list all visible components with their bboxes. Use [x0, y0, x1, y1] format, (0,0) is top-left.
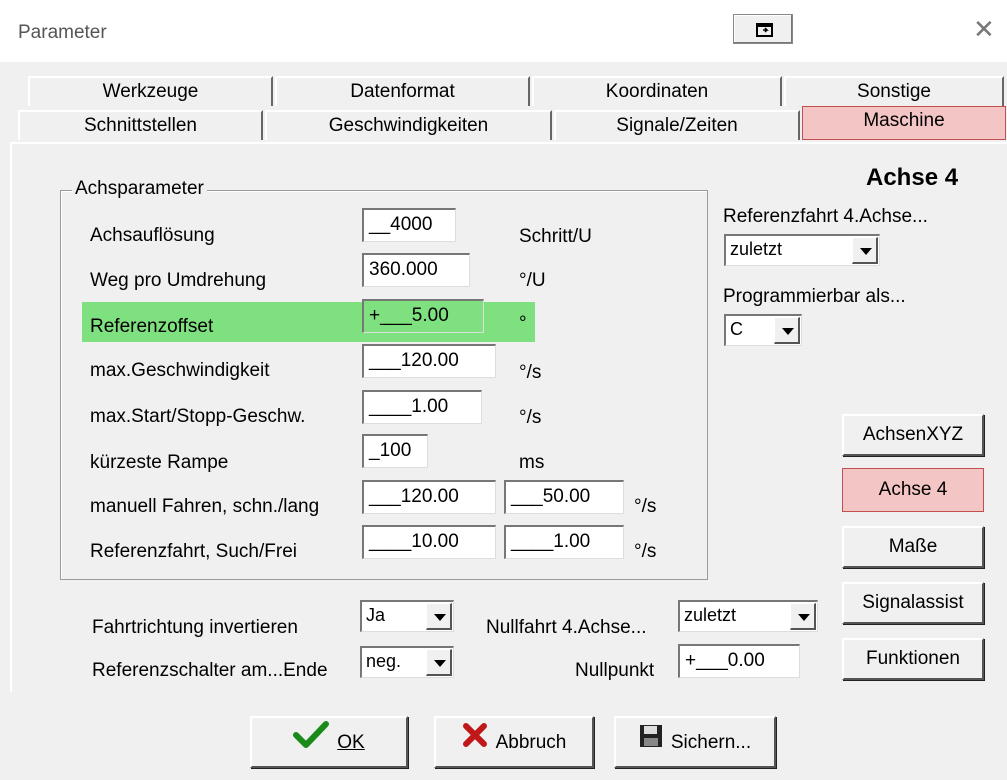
tab-maschine[interactable]: Maschine — [802, 106, 1006, 140]
unit-weg-pro-umdrehung: °/U — [519, 270, 546, 291]
ok-label: OK — [337, 732, 365, 754]
achsparameter-group — [60, 190, 708, 580]
tab-schnittstellen[interactable]: Schnittstellen — [18, 110, 263, 140]
unit-manuell-fahren: °/s — [634, 496, 657, 517]
select-value: zuletzt — [684, 605, 737, 625]
input-nullpunkt[interactable]: +___0.00 — [678, 644, 800, 678]
select-value: neg. — [366, 651, 402, 671]
chevron-down-icon[interactable] — [426, 649, 452, 676]
select-value: C — [730, 319, 743, 339]
close-icon[interactable]: ✕ — [973, 16, 995, 42]
restore-icon — [756, 23, 773, 37]
window-title: Parameter — [18, 22, 107, 43]
select-fahrtrichtung[interactable]: Ja — [360, 600, 454, 632]
achse4-button[interactable]: Achse 4 — [842, 468, 984, 512]
tab-datenformat[interactable]: Datenformat — [275, 76, 530, 106]
input-max-start-stopp[interactable]: ____1.00 — [362, 390, 482, 424]
label-nullpunkt: Nullpunkt — [575, 660, 655, 681]
achsenxyz-button[interactable]: AchsenXYZ — [842, 414, 984, 456]
input-referenzoffset[interactable]: +___5.00 — [362, 299, 484, 333]
unit-achsaufloesung: Schritt/U — [519, 226, 592, 247]
tab-werkzeuge[interactable]: Werkzeuge — [28, 76, 273, 106]
label-max-start-stopp: max.Start/Stopp-Geschw. — [90, 406, 306, 427]
unit-max-geschwindigkeit: °/s — [519, 362, 542, 383]
unit-referenzfahrt: °/s — [634, 541, 657, 562]
select-nullfahrt[interactable]: zuletzt — [678, 600, 818, 632]
select-referenzschalter[interactable]: neg. — [360, 646, 454, 678]
funktionen-button[interactable]: Funktionen — [842, 638, 984, 680]
label-referenzschalter: Referenzschalter am...Ende — [92, 660, 328, 681]
group-title: Achsparameter — [72, 178, 207, 200]
input-kuerzeste-rampe[interactable]: _100 — [362, 434, 428, 468]
axis-heading: Achse 4 — [866, 164, 959, 191]
input-referenzfahrt-frei[interactable]: ____1.00 — [504, 525, 624, 559]
label-weg-pro-umdrehung: Weg pro Umdrehung — [90, 270, 267, 291]
signalassist-button[interactable]: Signalassist — [842, 582, 984, 624]
abbruch-label: Abbruch — [495, 732, 567, 754]
input-manuell-fahren-lang[interactable]: ___50.00 — [504, 480, 624, 514]
input-manuell-fahren-schnell[interactable]: ___120.00 — [362, 480, 496, 514]
tab-sonstige[interactable]: Sonstige — [784, 76, 1004, 106]
label-max-geschwindigkeit: max.Geschwindigkeit — [90, 360, 270, 381]
input-achsaufloesung[interactable]: __4000 — [362, 208, 456, 242]
label-nullfahrt: Nullfahrt 4.Achse... — [486, 617, 647, 638]
title-bar — [0, 0, 1007, 62]
select-referenzfahrt-4achse[interactable]: zuletzt — [724, 234, 880, 266]
input-weg-pro-umdrehung[interactable]: 360.000 — [362, 253, 470, 287]
chevron-down-icon[interactable] — [774, 317, 800, 344]
label-referenzfahrt-4achse: Referenzfahrt 4.Achse... — [723, 206, 928, 227]
restore-button[interactable] — [733, 14, 793, 44]
select-programmierbar[interactable]: C — [724, 314, 802, 346]
label-kuerzeste-rampe: kürzeste Rampe — [90, 452, 229, 473]
chevron-down-icon[interactable] — [426, 603, 452, 630]
tab-koordinaten[interactable]: Koordinaten — [532, 76, 782, 106]
chevron-down-icon[interactable] — [852, 237, 878, 264]
label-fahrtrichtung: Fahrtrichtung invertieren — [92, 617, 298, 638]
sichern-label: Sichern... — [670, 732, 752, 754]
unit-kuerzeste-rampe: ms — [519, 452, 545, 473]
label-referenzoffset: Referenzoffset — [90, 316, 214, 337]
label-achsaufloesung: Achsauflösung — [90, 225, 215, 246]
abbruch-button[interactable]: Abbruch — [434, 716, 594, 768]
tab-geschwindigkeiten[interactable]: Geschwindigkeiten — [265, 110, 552, 140]
label-programmierbar: Programmierbar als... — [723, 286, 906, 307]
ok-button[interactable]: OK — [250, 716, 408, 768]
sichern-button[interactable]: Sichern... — [614, 716, 776, 768]
tab-signale-zeiten[interactable]: Signale/Zeiten — [554, 110, 800, 140]
label-manuell-fahren: manuell Fahren, schn./lang — [90, 496, 320, 517]
unit-max-start-stopp: °/s — [519, 407, 542, 428]
cross-icon — [462, 718, 488, 768]
masse-button[interactable]: Maße — [842, 526, 984, 568]
checkmark-icon — [293, 718, 330, 768]
input-referenzfahrt-such[interactable]: ____10.00 — [362, 525, 496, 559]
input-max-geschwindigkeit[interactable]: ___120.00 — [362, 344, 496, 378]
chevron-down-icon[interactable] — [790, 603, 816, 630]
select-value: Ja — [366, 605, 386, 625]
unit-referenzoffset: ° — [519, 313, 527, 334]
label-referenzfahrt: Referenzfahrt, Such/Frei — [90, 541, 297, 562]
floppy-disk-icon — [639, 718, 663, 768]
select-value: zuletzt — [730, 239, 783, 259]
